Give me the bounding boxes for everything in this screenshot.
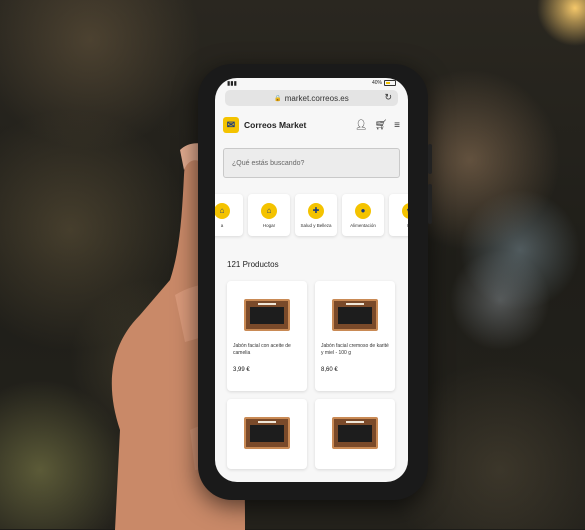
food-icon: ● — [355, 202, 371, 219]
lock-icon: 🔒 — [274, 95, 282, 102]
beauty-icon: ✿ — [402, 202, 408, 219]
product-image — [332, 299, 378, 331]
search-input[interactable]: ¿Qué estás buscando? — [223, 148, 400, 178]
category-tile[interactable]: ✿ Be — [389, 194, 408, 236]
brand-name: Correos Market — [244, 120, 307, 130]
category-label: Salud y Belleza — [300, 222, 332, 228]
category-label: Alimentación — [350, 222, 376, 228]
product-name: Jabón facial cremoso de karité y miel - … — [321, 343, 389, 356]
product-card[interactable] — [227, 399, 307, 469]
product-grid: Jabón facial con aceite de camelia 3,99 … — [227, 281, 408, 469]
user-icon[interactable]: 👤︎ — [355, 120, 368, 131]
url-text: market.correos.es — [284, 93, 349, 103]
product-card[interactable]: Jabón facial con aceite de camelia 3,99 … — [227, 281, 307, 391]
correos-logo[interactable]: ✉ — [223, 117, 239, 133]
product-image — [244, 299, 290, 331]
address-bar[interactable]: 🔒 market.correos.es ↻ — [225, 90, 398, 106]
product-price: 8,60 € — [321, 367, 338, 373]
phone-screen: ▮▮▮ 40% 🔒 market.correos.es ↻ ✉ Correos … — [215, 78, 408, 482]
phone-side-button — [428, 144, 432, 174]
product-card[interactable]: Jabón facial cremoso de karité y miel - … — [315, 281, 395, 391]
category-icon: ⌂ — [215, 202, 230, 219]
product-card[interactable] — [315, 399, 395, 469]
search-placeholder: ¿Qué estás buscando? — [232, 159, 305, 167]
category-tile[interactable]: ⌂ Hogar — [248, 194, 290, 236]
signal-icon: ▮▮▮ — [227, 81, 237, 87]
product-image — [244, 417, 290, 449]
battery-icon — [384, 80, 396, 86]
category-tile[interactable]: ✚ Salud y Belleza — [295, 194, 337, 236]
category-label: a — [220, 222, 224, 228]
health-icon: ✚ — [308, 202, 324, 219]
product-image — [332, 417, 378, 449]
category-tile[interactable]: ⌂ a — [215, 194, 243, 236]
battery-indicator: 40% — [372, 80, 396, 86]
battery-percent: 40% — [371, 80, 382, 86]
menu-icon[interactable]: ≡ — [394, 120, 400, 131]
reload-icon[interactable]: ↻ — [384, 92, 392, 103]
category-label: Hogar — [262, 222, 276, 228]
phone: ▮▮▮ 40% 🔒 market.correos.es ↻ ✉ Correos … — [198, 64, 432, 500]
product-count: 121 Productos — [227, 260, 279, 269]
category-carousel: ⌂ a ⌂ Hogar ✚ Salud y Belleza ● Alimenta… — [215, 194, 408, 236]
product-price: 3,99 € — [233, 367, 250, 373]
category-tile[interactable]: ● Alimentación — [342, 194, 384, 236]
category-label: Be — [407, 223, 408, 228]
home-icon: ⌂ — [261, 202, 277, 219]
product-name: Jabón facial con aceite de camelia — [233, 343, 291, 356]
site-header: ✉ Correos Market 👤︎ 🛒︎ ≡ — [215, 110, 408, 140]
phone-side-button — [428, 184, 432, 224]
cart-icon[interactable]: 🛒︎ — [374, 120, 387, 131]
status-bar: ▮▮▮ 40% — [215, 78, 408, 88]
